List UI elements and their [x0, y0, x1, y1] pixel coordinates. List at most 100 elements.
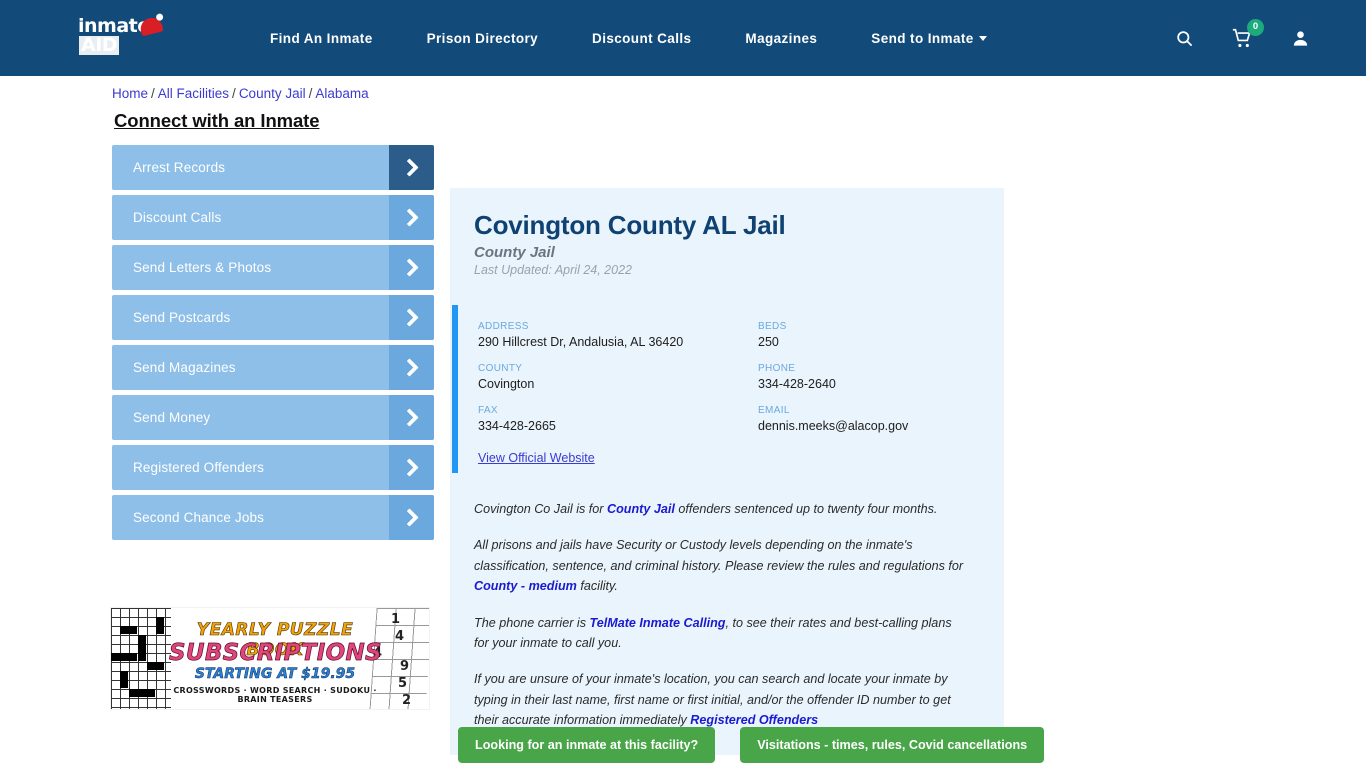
user-account-icon[interactable] [1291, 29, 1310, 48]
chevron-right-icon [389, 295, 434, 340]
nav-link-prison-directory[interactable]: Prison Directory [427, 31, 538, 46]
logo-text-secondary: AID [79, 34, 120, 56]
sidebar-item-label: Send Postcards [133, 310, 231, 325]
breadcrumb: Home / All Facilities / County Jail / Alabama [112, 86, 369, 101]
looking-for-inmate-button[interactable]: Looking for an inmate at this facility? [458, 727, 716, 763]
info-field-county: COUNTY Covington [478, 363, 758, 391]
logo-text: inmateAID [78, 17, 182, 55]
info-label: BEDS [758, 321, 787, 332]
sidebar-item-registered-offenders[interactable]: Registered Offenders [112, 445, 434, 490]
link-county-medium[interactable]: County - medium [474, 579, 577, 593]
nav-link-send-to-inmate[interactable]: Send to Inmate [871, 31, 987, 46]
sidebar-item-send-letters-photos[interactable]: Send Letters & Photos [112, 245, 434, 290]
breadcrumb-item-county-jail[interactable]: County Jail [239, 86, 306, 101]
sidebar-item-label: Registered Offenders [133, 460, 265, 475]
visitations-button[interactable]: Visitations - times, rules, Covid cancel… [740, 727, 1045, 763]
chevron-right-icon [389, 495, 434, 540]
description-paragraph-4: If you are unsure of your inmate's locat… [474, 672, 951, 728]
sidebar-item-label: Send Magazines [133, 360, 236, 375]
info-value: 250 [758, 335, 779, 349]
link-county-jail[interactable]: County Jail [607, 502, 675, 516]
sidebar-item-label: Send Money [133, 410, 211, 425]
sidebar-item-second-chance-jobs[interactable]: Second Chance Jobs [112, 495, 434, 540]
chevron-right-icon [389, 445, 434, 490]
puzzle-book-advertisement[interactable]: 1 4 4 9 5 2 YEARLY PUZZLE BOOK SUBSCRIPT… [110, 607, 430, 710]
crossword-block [120, 626, 137, 634]
info-value: 334-428-2665 [478, 419, 556, 433]
info-label: EMAIL [758, 405, 790, 416]
breadcrumb-separator: / [308, 86, 313, 101]
sidebar: Connect with an Inmate Arrest Records Di… [112, 110, 434, 545]
nav-link-find-an-inmate[interactable]: Find An Inmate [270, 31, 373, 46]
facility-type-label: County Jail [474, 244, 555, 261]
facility-card: Covington County AL Jail County Jail Las… [450, 188, 1004, 755]
info-field-beds: BEDS 250 [758, 321, 980, 349]
info-value: dennis.meeks@alacop.gov [758, 419, 909, 433]
site-logo[interactable]: inmateAID [78, 15, 182, 55]
nav-link-discount-calls[interactable]: Discount Calls [592, 31, 691, 46]
breadcrumb-item-home[interactable]: Home [112, 86, 148, 101]
cart-icon[interactable]: 0 [1232, 18, 1264, 49]
info-value: 334-428-2640 [758, 377, 836, 391]
top-navigation-bar: inmateAID Find An Inmate Prison Director… [0, 0, 1366, 76]
description-paragraph-3: The phone carrier is TelMate Inmate Call… [474, 615, 952, 650]
ad-headline-line2: SUBSCRIPTIONS [169, 640, 382, 667]
search-icon[interactable] [1175, 29, 1194, 48]
link-telmate-inmate-calling[interactable]: TelMate Inmate Calling [590, 616, 726, 630]
accent-bar [452, 305, 458, 473]
link-registered-offenders[interactable]: Registered Offenders [690, 713, 818, 727]
breadcrumb-separator: / [232, 86, 236, 101]
sudoku-number: 9 [399, 659, 409, 674]
description-paragraph-1: Covington Co Jail is for County Jail off… [474, 502, 938, 516]
sidebar-title: Connect with an Inmate [114, 110, 320, 131]
view-official-website-link[interactable]: View Official Website [478, 451, 595, 465]
chevron-right-icon [389, 245, 434, 290]
facility-description: Covington Co Jail is for County Jail off… [450, 489, 1004, 755]
chevron-right-icon [389, 195, 434, 240]
crossword-block [156, 617, 164, 634]
chevron-right-icon [389, 345, 434, 390]
sudoku-number: 5 [397, 676, 407, 691]
ad-price-line: STARTING AT $19.95 [194, 666, 356, 683]
breadcrumb-item-alabama[interactable]: Alabama [315, 86, 368, 101]
cart-count-badge: 0 [1247, 18, 1264, 36]
crossword-block [147, 662, 164, 670]
last-updated-text: Last Updated: April 24, 2022 [474, 263, 632, 277]
facility-info-grid: ADDRESS 290 Hillcrest Dr, Andalusia, AL … [478, 321, 980, 433]
facility-card-header: Covington County AL Jail County Jail Las… [450, 210, 1004, 277]
info-label: FAX [478, 405, 498, 416]
crossword-block [120, 671, 128, 688]
description-paragraph-2: All prisons and jails have Security or C… [474, 538, 964, 594]
breadcrumb-item-all-facilities[interactable]: All Facilities [158, 86, 229, 101]
sudoku-number: 1 [390, 612, 400, 627]
sidebar-item-arrest-records[interactable]: Arrest Records [112, 145, 434, 190]
info-value: Covington [478, 377, 535, 391]
chevron-down-icon [978, 35, 987, 41]
sudoku-number: 2 [401, 693, 411, 708]
info-field-phone: PHONE 334-428-2640 [758, 363, 980, 391]
primary-nav-links: Find An Inmate Prison Directory Discount… [270, 31, 987, 46]
nav-link-magazines[interactable]: Magazines [745, 31, 817, 46]
sidebar-item-discount-calls[interactable]: Discount Calls [112, 195, 434, 240]
info-field-email: EMAIL dennis.meeks@alacop.gov [758, 405, 980, 433]
info-label: PHONE [758, 363, 796, 374]
page-title: Covington County AL Jail [474, 210, 786, 240]
breadcrumb-separator: / [151, 86, 155, 101]
crossword-block [138, 635, 146, 661]
chevron-right-icon [389, 395, 434, 440]
info-field-fax: FAX 334-428-2665 [478, 405, 758, 433]
crossword-block [129, 689, 155, 697]
sidebar-item-send-magazines[interactable]: Send Magazines [112, 345, 434, 390]
sidebar-item-label: Send Letters & Photos [133, 260, 272, 275]
sidebar-item-send-postcards[interactable]: Send Postcards [112, 295, 434, 340]
action-button-row: Looking for an inmate at this facility? … [458, 727, 1045, 763]
chevron-right-icon [389, 145, 434, 190]
sidebar-item-label: Arrest Records [133, 160, 226, 175]
info-value: 290 Hillcrest Dr, Andalusia, AL 36420 [478, 335, 684, 349]
sidebar-item-label: Discount Calls [133, 210, 222, 225]
sidebar-item-send-money[interactable]: Send Money [112, 395, 434, 440]
sudoku-number: 4 [394, 629, 404, 644]
sidebar-item-label: Second Chance Jobs [133, 510, 265, 525]
facility-info-block: ADDRESS 290 Hillcrest Dr, Andalusia, AL … [450, 305, 1004, 489]
info-label: ADDRESS [478, 321, 529, 332]
